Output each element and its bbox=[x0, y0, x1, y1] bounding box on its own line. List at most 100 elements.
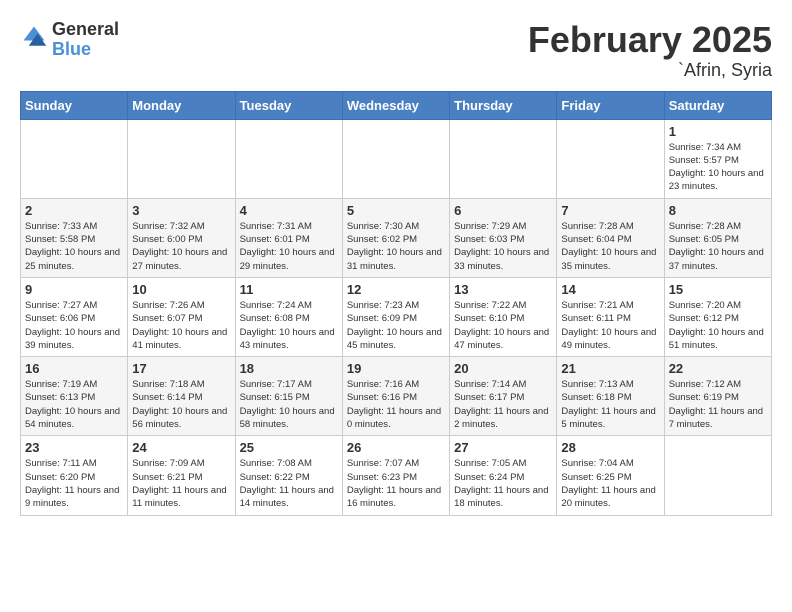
day-info: Sunrise: 7:23 AMSunset: 6:09 PMDaylight:… bbox=[347, 299, 445, 352]
header-friday: Friday bbox=[557, 91, 664, 119]
table-cell: 25 Sunrise: 7:08 AMSunset: 6:22 PMDayligh… bbox=[235, 436, 342, 515]
table-cell bbox=[450, 119, 557, 198]
day-info: Sunrise: 7:30 AMSunset: 6:02 PMDaylight:… bbox=[347, 220, 445, 273]
table-cell: 15 Sunrise: 7:20 AMSunset: 6:12 PMDayligh… bbox=[664, 277, 771, 356]
header: General Blue February 2025 `Afrin, Syria bbox=[20, 20, 772, 81]
header-tuesday: Tuesday bbox=[235, 91, 342, 119]
header-saturday: Saturday bbox=[664, 91, 771, 119]
day-number: 12 bbox=[347, 282, 445, 297]
calendar-row: 16 Sunrise: 7:19 AMSunset: 6:13 PMDayligh… bbox=[21, 357, 772, 436]
table-cell: 3 Sunrise: 7:32 AMSunset: 6:00 PMDaylight… bbox=[128, 198, 235, 277]
day-number: 25 bbox=[240, 440, 338, 455]
day-number: 26 bbox=[347, 440, 445, 455]
table-cell: 26 Sunrise: 7:07 AMSunset: 6:23 PMDayligh… bbox=[342, 436, 449, 515]
day-info: Sunrise: 7:08 AMSunset: 6:22 PMDaylight:… bbox=[240, 457, 338, 510]
page-title: February 2025 bbox=[528, 20, 772, 60]
day-number: 21 bbox=[561, 361, 659, 376]
table-cell: 5 Sunrise: 7:30 AMSunset: 6:02 PMDaylight… bbox=[342, 198, 449, 277]
day-info: Sunrise: 7:13 AMSunset: 6:18 PMDaylight:… bbox=[561, 378, 659, 431]
day-number: 18 bbox=[240, 361, 338, 376]
day-info: Sunrise: 7:16 AMSunset: 6:16 PMDaylight:… bbox=[347, 378, 445, 431]
page-subtitle: `Afrin, Syria bbox=[528, 60, 772, 81]
day-info: Sunrise: 7:20 AMSunset: 6:12 PMDaylight:… bbox=[669, 299, 767, 352]
header-sunday: Sunday bbox=[21, 91, 128, 119]
logo-blue: Blue bbox=[52, 40, 119, 60]
header-thursday: Thursday bbox=[450, 91, 557, 119]
day-number: 15 bbox=[669, 282, 767, 297]
day-number: 2 bbox=[25, 203, 123, 218]
table-cell: 14 Sunrise: 7:21 AMSunset: 6:11 PMDayligh… bbox=[557, 277, 664, 356]
table-cell bbox=[128, 119, 235, 198]
day-info: Sunrise: 7:12 AMSunset: 6:19 PMDaylight:… bbox=[669, 378, 767, 431]
day-info: Sunrise: 7:34 AMSunset: 5:57 PMDaylight:… bbox=[669, 141, 767, 194]
day-number: 10 bbox=[132, 282, 230, 297]
day-number: 27 bbox=[454, 440, 552, 455]
logo-icon bbox=[20, 23, 48, 51]
day-number: 5 bbox=[347, 203, 445, 218]
day-number: 28 bbox=[561, 440, 659, 455]
day-info: Sunrise: 7:28 AMSunset: 6:05 PMDaylight:… bbox=[669, 220, 767, 273]
table-cell: 9 Sunrise: 7:27 AMSunset: 6:06 PMDaylight… bbox=[21, 277, 128, 356]
day-info: Sunrise: 7:11 AMSunset: 6:20 PMDaylight:… bbox=[25, 457, 123, 510]
table-cell: 10 Sunrise: 7:26 AMSunset: 6:07 PMDayligh… bbox=[128, 277, 235, 356]
day-number: 24 bbox=[132, 440, 230, 455]
table-cell: 20 Sunrise: 7:14 AMSunset: 6:17 PMDayligh… bbox=[450, 357, 557, 436]
day-number: 19 bbox=[347, 361, 445, 376]
calendar-row: 23 Sunrise: 7:11 AMSunset: 6:20 PMDayligh… bbox=[21, 436, 772, 515]
calendar-row: 2 Sunrise: 7:33 AMSunset: 5:58 PMDaylight… bbox=[21, 198, 772, 277]
table-cell: 13Sunrise: 7:22 AMSunset: 6:10 PMDayligh… bbox=[450, 277, 557, 356]
day-info: Sunrise: 7:14 AMSunset: 6:17 PMDaylight:… bbox=[454, 378, 552, 431]
day-info: Sunrise: 7:28 AMSunset: 6:04 PMDaylight:… bbox=[561, 220, 659, 273]
title-area: February 2025 `Afrin, Syria bbox=[528, 20, 772, 81]
logo-general: General bbox=[52, 20, 119, 40]
day-info: Sunrise: 7:26 AMSunset: 6:07 PMDaylight:… bbox=[132, 299, 230, 352]
day-info: Sunrise: 7:33 AMSunset: 5:58 PMDaylight:… bbox=[25, 220, 123, 273]
table-cell: 6 Sunrise: 7:29 AMSunset: 6:03 PMDaylight… bbox=[450, 198, 557, 277]
table-cell bbox=[664, 436, 771, 515]
day-info: Sunrise: 7:27 AMSunset: 6:06 PMDaylight:… bbox=[25, 299, 123, 352]
day-number: 20 bbox=[454, 361, 552, 376]
day-number: 16 bbox=[25, 361, 123, 376]
calendar-header-row: Sunday Monday Tuesday Wednesday Thursday… bbox=[21, 91, 772, 119]
table-cell: 22 Sunrise: 7:12 AMSunset: 6:19 PMDayligh… bbox=[664, 357, 771, 436]
day-number: 6 bbox=[454, 203, 552, 218]
day-number: 8 bbox=[669, 203, 767, 218]
day-info: Sunrise: 7:29 AMSunset: 6:03 PMDaylight:… bbox=[454, 220, 552, 273]
day-number: 7 bbox=[561, 203, 659, 218]
table-cell bbox=[557, 119, 664, 198]
header-wednesday: Wednesday bbox=[342, 91, 449, 119]
table-cell: 2 Sunrise: 7:33 AMSunset: 5:58 PMDaylight… bbox=[21, 198, 128, 277]
day-info: Sunrise: 7:18 AMSunset: 6:14 PMDaylight:… bbox=[132, 378, 230, 431]
day-info: Sunrise: 7:19 AMSunset: 6:13 PMDaylight:… bbox=[25, 378, 123, 431]
table-cell: 24Sunrise: 7:09 AMSunset: 6:21 PMDayligh… bbox=[128, 436, 235, 515]
table-cell: 16 Sunrise: 7:19 AMSunset: 6:13 PMDayligh… bbox=[21, 357, 128, 436]
day-info: Sunrise: 7:24 AMSunset: 6:08 PMDaylight:… bbox=[240, 299, 338, 352]
table-cell: 4 Sunrise: 7:31 AMSunset: 6:01 PMDaylight… bbox=[235, 198, 342, 277]
day-info: Sunrise: 7:21 AMSunset: 6:11 PMDaylight:… bbox=[561, 299, 659, 352]
day-number: 1 bbox=[669, 124, 767, 139]
day-number: 11 bbox=[240, 282, 338, 297]
calendar-row: 9 Sunrise: 7:27 AMSunset: 6:06 PMDaylight… bbox=[21, 277, 772, 356]
day-info: Sunrise: 7:32 AMSunset: 6:00 PMDaylight:… bbox=[132, 220, 230, 273]
day-number: 3 bbox=[132, 203, 230, 218]
day-info: Sunrise: 7:05 AMSunset: 6:24 PMDaylight:… bbox=[454, 457, 552, 510]
table-cell: 11 Sunrise: 7:24 AMSunset: 6:08 PMDayligh… bbox=[235, 277, 342, 356]
day-number: 22 bbox=[669, 361, 767, 376]
table-cell: 12 Sunrise: 7:23 AMSunset: 6:09 PMDayligh… bbox=[342, 277, 449, 356]
table-cell: 18 Sunrise: 7:17 AMSunset: 6:15 PMDayligh… bbox=[235, 357, 342, 436]
day-info: Sunrise: 7:07 AMSunset: 6:23 PMDaylight:… bbox=[347, 457, 445, 510]
day-number: 9 bbox=[25, 282, 123, 297]
day-number: 14 bbox=[561, 282, 659, 297]
day-number: 23 bbox=[25, 440, 123, 455]
day-info: Sunrise: 7:04 AMSunset: 6:25 PMDaylight:… bbox=[561, 457, 659, 510]
table-cell: 17 Sunrise: 7:18 AMSunset: 6:14 PMDayligh… bbox=[128, 357, 235, 436]
table-cell: 27 Sunrise: 7:05 AMSunset: 6:24 PMDayligh… bbox=[450, 436, 557, 515]
day-info: Sunrise: 7:31 AMSunset: 6:01 PMDaylight:… bbox=[240, 220, 338, 273]
calendar-row: 1 Sunrise: 7:34 AMSunset: 5:57 PMDaylight… bbox=[21, 119, 772, 198]
table-cell bbox=[342, 119, 449, 198]
day-info: Sunrise: 7:17 AMSunset: 6:15 PMDaylight:… bbox=[240, 378, 338, 431]
day-number: 4 bbox=[240, 203, 338, 218]
day-info: Sunrise: 7:22 AMSunset: 6:10 PMDaylight:… bbox=[454, 299, 552, 352]
calendar-table: Sunday Monday Tuesday Wednesday Thursday… bbox=[20, 91, 772, 516]
day-number: 17 bbox=[132, 361, 230, 376]
